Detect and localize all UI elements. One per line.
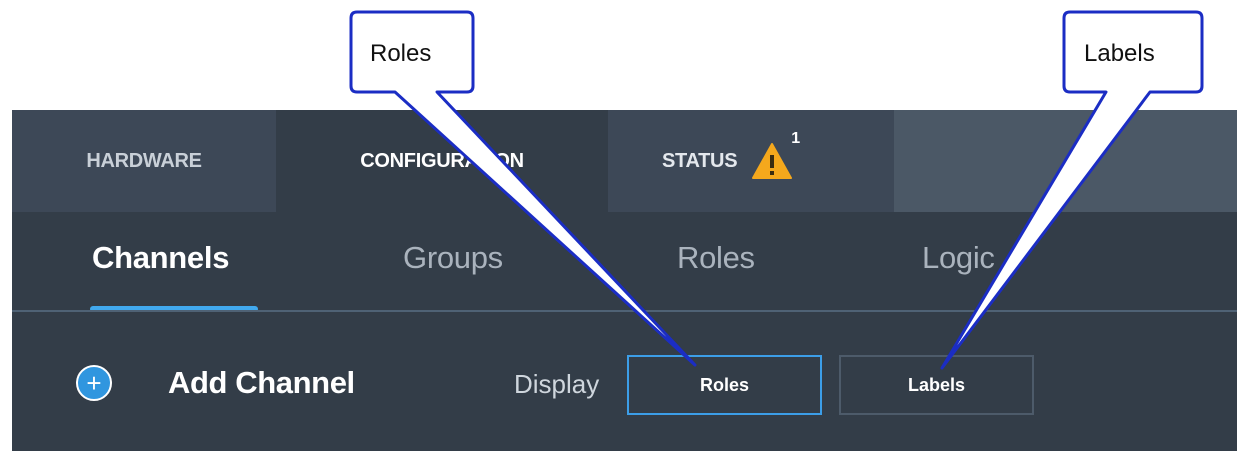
- callout-roles-text: Roles: [370, 40, 432, 67]
- callout-labels: [940, 10, 1204, 370]
- callout-labels-text: Labels: [1084, 40, 1155, 67]
- callout-overlay: [349, 10, 1204, 370]
